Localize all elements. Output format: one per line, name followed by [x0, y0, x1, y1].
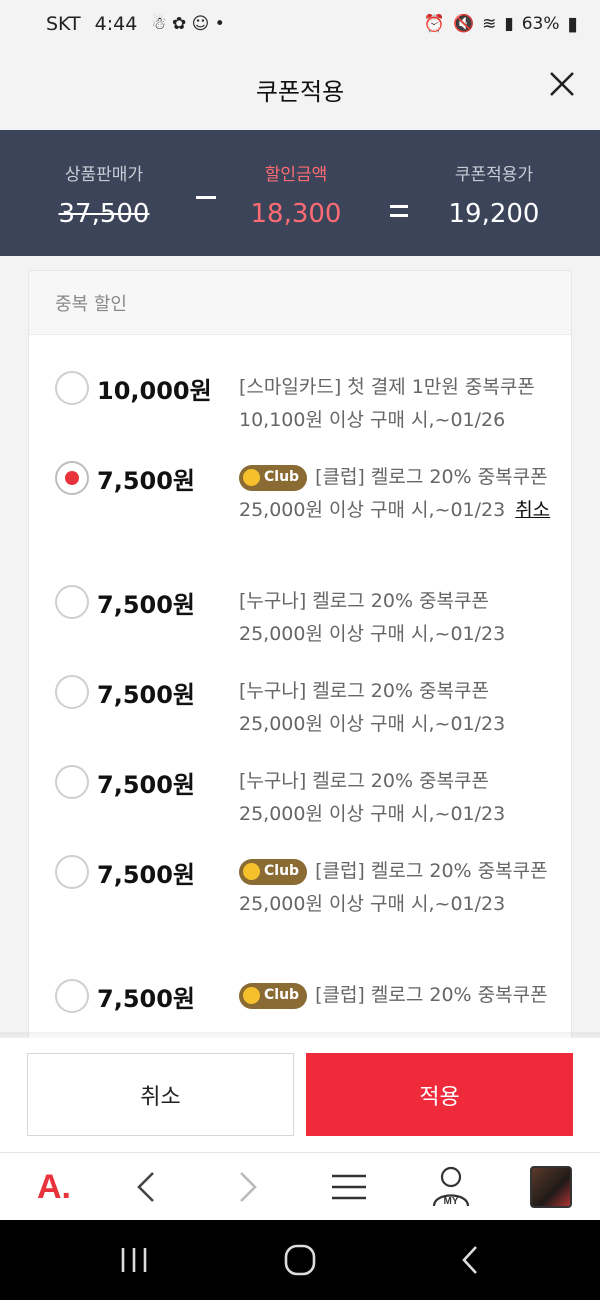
coupon-amount: 10,000원 [97, 377, 212, 405]
club-badge-icon [243, 863, 260, 880]
battery-icon: ▮ [567, 13, 578, 35]
logo-icon[interactable]: A. [26, 1165, 82, 1209]
carrier-label: SKT [46, 13, 81, 35]
coupon-condition: 25,000원 이상 구매 시,~01/23 취소 [239, 499, 551, 521]
signal-icon: ▮ [504, 14, 514, 34]
coupon-name: [누구나] 켈로그 20% 중복쿠폰 [239, 770, 489, 792]
radio-button-selected[interactable] [55, 461, 89, 495]
back-icon[interactable] [450, 1242, 490, 1278]
coupon-description: [누구나] 켈로그 20% 중복쿠폰 25,000원 이상 구매 시,~01/2… [239, 585, 553, 651]
status-bar: SKT 4:44 ☃ ✿ ☺ • ⏰ 🔇 ≋ ▮ 63% ▮ [0, 0, 600, 48]
coupon-cancel-link[interactable]: 취소 [515, 499, 550, 521]
home-icon[interactable] [280, 1242, 320, 1278]
section-title: 중복 할인 [29, 271, 571, 335]
coupon-condition: 25,000원 이상 구매 시,~01/23 [239, 713, 506, 735]
radio-button[interactable] [55, 675, 89, 709]
final-price-value: 19,200 [448, 199, 540, 229]
club-badge: Club [239, 858, 308, 885]
coupon-description: Club [클럽] 켈로그 20% 중복쿠폰 [239, 979, 553, 1012]
coupon-name: [누구나] 켈로그 20% 중복쿠폰 [239, 680, 489, 702]
final-price-label: 쿠폰적용가 [454, 165, 534, 185]
coupon-description: Club [클럽] 켈로그 20% 중복쿠폰 25,000원 이상 구매 시,~0… [239, 855, 553, 921]
my-icon[interactable]: MY [428, 1165, 474, 1209]
coupon-name: [클럽] 켈로그 20% 중복쿠폰 [315, 860, 548, 882]
coupon-amount: 7,500원 [97, 467, 195, 495]
sale-price: 상품판매가 37,500 [44, 160, 164, 229]
menu-icon[interactable] [326, 1165, 372, 1209]
clock: 4:44 [94, 13, 138, 35]
radio-button[interactable] [55, 855, 89, 889]
wifi-icon: ≋ [482, 14, 497, 34]
close-icon[interactable] [548, 70, 576, 98]
discount-label: 할인금액 [264, 165, 328, 185]
discount-value: 18,300 [250, 199, 342, 229]
coupon-amount: 7,500원 [97, 985, 195, 1013]
coupon-amount: 7,500원 [97, 591, 195, 619]
notification-icons: ☃ ✿ ☺ • [151, 14, 225, 34]
coupon-description: Club [클럽] 켈로그 20% 중복쿠폰 25,000원 이상 구매 시,~0… [239, 461, 553, 527]
coupon-amount: 7,500원 [97, 681, 195, 709]
coupon-description: [누구나] 켈로그 20% 중복쿠폰 25,000원 이상 구매 시,~01/2… [239, 765, 553, 831]
system-nav-bar [0, 1220, 600, 1300]
forward-icon[interactable] [228, 1165, 268, 1209]
discount-amount: 할인금액 18,300 [236, 160, 356, 229]
club-badge-icon [243, 469, 260, 486]
product-image [530, 1166, 572, 1208]
my-label: MY [444, 1196, 459, 1207]
recent-apps-icon[interactable] [114, 1242, 154, 1278]
back-icon[interactable] [126, 1165, 166, 1209]
coupon-name: [누구나] 켈로그 20% 중복쿠폰 [239, 590, 489, 612]
radio-button[interactable] [55, 585, 89, 619]
coupon-list: 중복 할인 10,000원 [스마일카드] 첫 결제 1만원 중복쿠폰 10,1… [28, 270, 572, 1040]
equals-sign [390, 205, 408, 223]
sale-price-label: 상품판매가 [64, 165, 144, 185]
apply-button[interactable]: 적용 [306, 1053, 573, 1136]
action-bar: 취소 적용 [0, 1038, 600, 1152]
page-header: 쿠폰적용 [0, 48, 600, 130]
radio-button[interactable] [55, 371, 89, 405]
sale-price-value: 37,500 [58, 199, 150, 229]
final-price: 쿠폰적용가 19,200 [434, 160, 554, 229]
coupon-description: [누구나] 켈로그 20% 중복쿠폰 25,000원 이상 구매 시,~01/2… [239, 675, 553, 741]
club-badge-icon [243, 987, 260, 1004]
coupon-amount: 7,500원 [97, 861, 195, 889]
coupon-condition: 10,100원 이상 구매 시,~01/26 [239, 409, 506, 431]
bottom-nav: A. MY [0, 1152, 600, 1220]
alarm-icon: ⏰ [423, 14, 445, 34]
coupon-condition: 25,000원 이상 구매 시,~01/23 [239, 803, 506, 825]
radio-button[interactable] [55, 979, 89, 1013]
coupon-amount: 7,500원 [97, 771, 195, 799]
coupon-condition: 25,000원 이상 구매 시,~01/23 [239, 623, 506, 645]
cancel-button[interactable]: 취소 [27, 1053, 294, 1136]
coupon-condition: 25,000원 이상 구매 시,~01/23 [239, 893, 506, 915]
club-badge: Club [239, 464, 308, 491]
mute-icon: 🔇 [452, 14, 475, 34]
coupon-name: [클럽] 켈로그 20% 중복쿠폰 [315, 984, 548, 1006]
price-summary: 상품판매가 37,500 할인금액 18,300 쿠폰적용가 19,200 [0, 130, 600, 256]
club-badge: Club [239, 982, 308, 1009]
page-title: 쿠폰적용 [255, 77, 345, 106]
coupon-name: [스마일카드] 첫 결제 1만원 중복쿠폰 [239, 376, 535, 398]
coupon-description: [스마일카드] 첫 결제 1만원 중복쿠폰 10,100원 이상 구매 시,~0… [239, 371, 553, 437]
coupon-name: [클럽] 켈로그 20% 중복쿠폰 [315, 466, 548, 488]
recent-product-thumbnail[interactable] [528, 1165, 574, 1209]
minus-sign [196, 196, 216, 199]
radio-button[interactable] [55, 765, 89, 799]
battery-percent: 63% [521, 14, 560, 34]
